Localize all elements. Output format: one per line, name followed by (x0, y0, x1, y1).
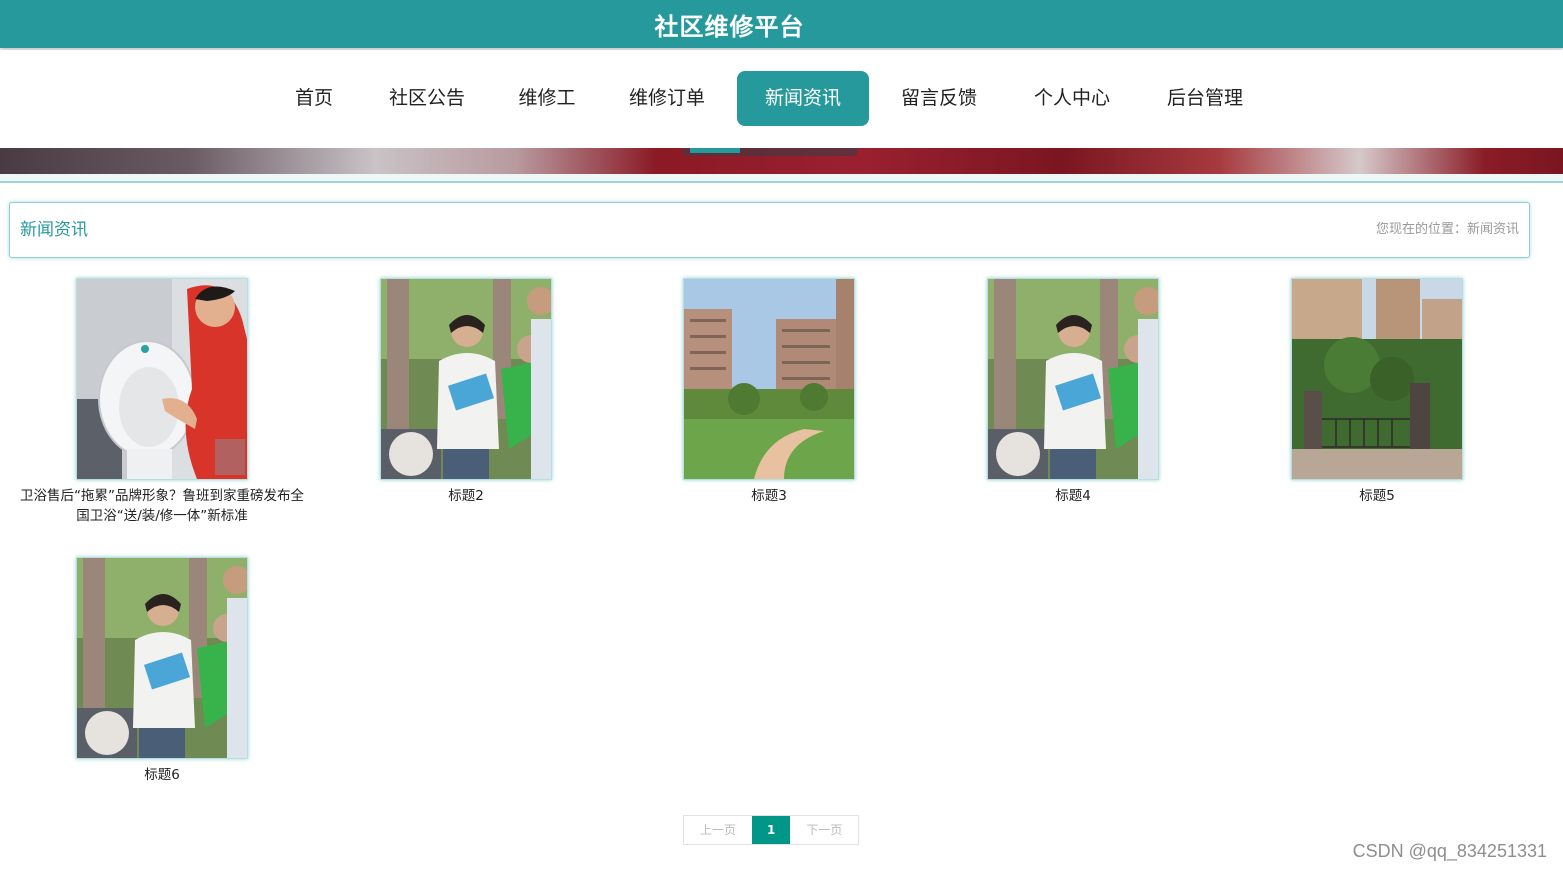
news-card[interactable]: 标题3 (617, 278, 921, 506)
news-title[interactable]: 标题2 (314, 486, 618, 506)
banner-indicator-active (690, 148, 740, 153)
news-title[interactable]: 标题4 (921, 486, 1225, 506)
news-thumbnail-volunteers[interactable] (380, 278, 552, 480)
prev-page-button[interactable]: 上一页 (684, 816, 752, 844)
toilet-repair-image (77, 279, 247, 479)
pagination: 上一页 1 下一页 (683, 815, 860, 845)
volunteer-crowd-image (381, 279, 551, 479)
current-location: 您现在的位置：新闻资讯 (1375, 222, 1519, 237)
watermark: CSDN @qq_834251331 (1352, 841, 1547, 861)
nav-item-repairmen[interactable]: 维修工 (507, 71, 587, 126)
news-title[interactable]: 标题5 (1225, 486, 1529, 506)
current-page-button[interactable]: 1 (752, 816, 791, 844)
news-card[interactable]: 卫浴售后“拖累”品牌形象？鲁班到家重磅发布全国卫浴“送/装/修一体”新标准 (10, 278, 314, 526)
main-nav: 首页 社区公告 维修工 维修订单 新闻资讯 留言反馈 个人中心 后台管理 (0, 50, 1563, 148)
volunteer-crowd-image (77, 558, 247, 758)
next-page-button[interactable]: 下一页 (790, 816, 858, 844)
news-card[interactable]: 标题5 (1225, 278, 1529, 506)
news-thumbnail-residential[interactable] (683, 278, 855, 480)
nav-item-admin[interactable]: 后台管理 (1155, 71, 1255, 126)
news-card[interactable]: 标题4 (921, 278, 1225, 506)
news-thumbnail-volunteers[interactable] (76, 557, 248, 759)
banner-divider (0, 174, 1563, 183)
news-card[interactable]: 标题6 (10, 557, 314, 785)
residential-towers-image (684, 279, 854, 479)
site-title: 社区维修平台 (654, 12, 805, 41)
nav-item-personal-center[interactable]: 个人中心 (1022, 71, 1122, 126)
news-card[interactable]: 标题2 (314, 278, 618, 506)
nav-item-announcements[interactable]: 社区公告 (377, 71, 477, 126)
news-thumbnail-toilet-repair[interactable] (76, 278, 248, 480)
news-title[interactable]: 标题3 (617, 486, 921, 506)
community-gate-image (1292, 279, 1462, 479)
news-thumbnail-community-gate[interactable] (1291, 278, 1463, 480)
top-header-bar: 社区维修平台 (0, 0, 1563, 48)
nav-item-repair-orders[interactable]: 维修订单 (617, 71, 717, 126)
nav-item-home[interactable]: 首页 (278, 71, 350, 126)
news-title[interactable]: 卫浴售后“拖累”品牌形象？鲁班到家重磅发布全国卫浴“送/装/修一体”新标准 (10, 486, 314, 526)
section-title: 新闻资讯 (20, 220, 88, 240)
news-title[interactable]: 标题6 (10, 765, 314, 785)
nav-item-news[interactable]: 新闻资讯 (737, 71, 869, 126)
breadcrumb: 新闻资讯 您现在的位置：新闻资讯 (9, 202, 1530, 258)
nav-item-feedback[interactable]: 留言反馈 (889, 71, 989, 126)
volunteer-crowd-image (988, 279, 1158, 479)
news-thumbnail-volunteers[interactable] (987, 278, 1159, 480)
